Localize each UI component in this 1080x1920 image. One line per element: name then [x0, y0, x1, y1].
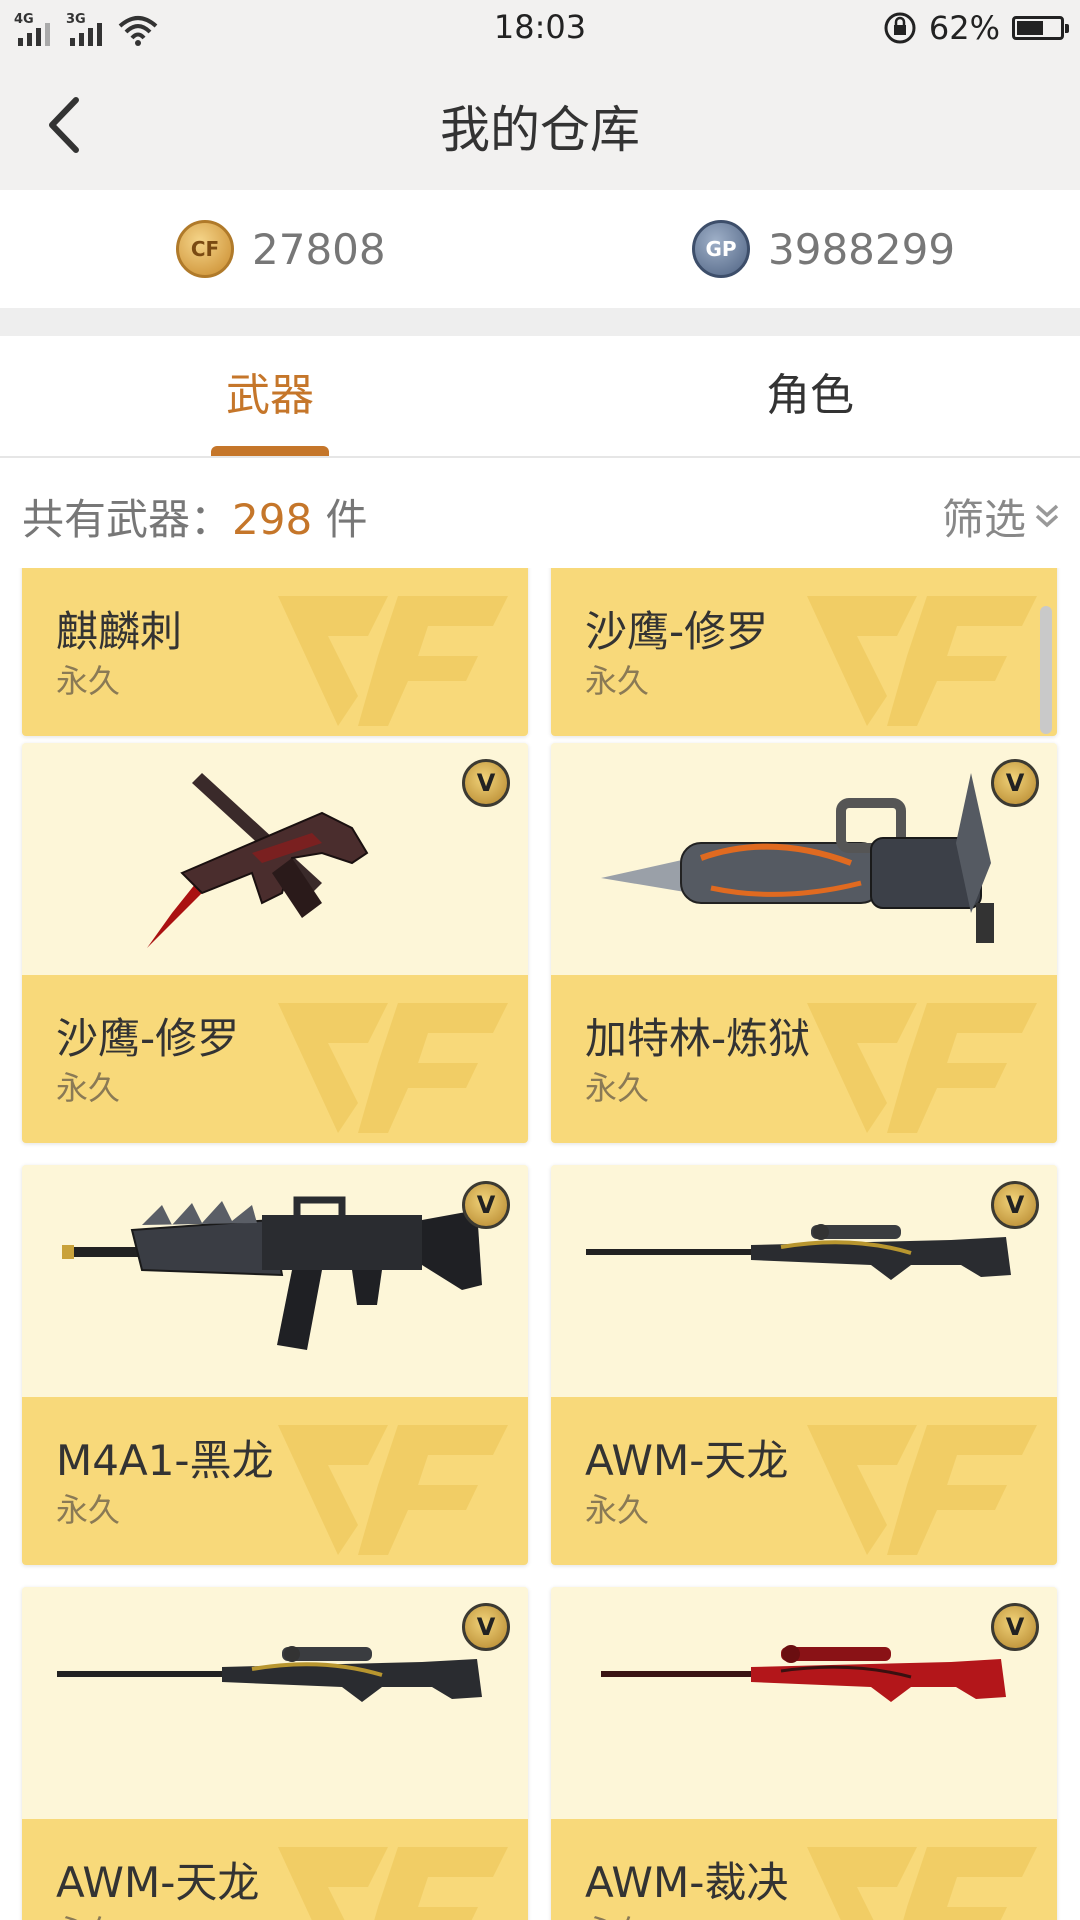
weapon-card[interactable]: V 沙鹰-修罗 永久 [22, 743, 528, 1143]
cf-watermark-icon [807, 1003, 1037, 1133]
weapon-duration: 永久 [56, 1907, 120, 1920]
weapon-card[interactable]: 麒麟刺 永久 [22, 568, 528, 736]
count-value: 298 [232, 495, 313, 544]
weapon-card[interactable]: V AWM-天龙 永久 [22, 1587, 528, 1920]
cf-watermark-icon [278, 1847, 508, 1920]
weapon-image: V [551, 1165, 1057, 1397]
weapon-duration: 永久 [585, 1907, 649, 1920]
weapon-duration: 永久 [585, 1069, 650, 1107]
rotation-lock-icon [884, 12, 916, 44]
weapon-duration: 永久 [56, 662, 121, 700]
weapon-duration: 永久 [56, 1069, 121, 1107]
weapon-card[interactable]: V 加特林-炼狱 永久 [551, 743, 1057, 1143]
count-label: 共有武器： [22, 495, 233, 544]
weapon-name: 加特林-炼狱 [585, 1014, 811, 1063]
gp-amount: 3988299 [768, 224, 956, 274]
cf-watermark-icon [278, 596, 508, 726]
status-right-group: 62% [883, 8, 1069, 48]
rifle-icon [62, 1196, 482, 1350]
weapon-duration: 永久 [585, 1491, 650, 1529]
weapon-name: 沙鹰-修罗 [56, 1014, 240, 1063]
double-chevron-down-icon [1035, 504, 1059, 527]
vip-badge-icon: V [462, 1181, 510, 1229]
tab-weapons[interactable]: 武器 [0, 336, 540, 456]
currency-bar: CF 27808 GP 3988299 [0, 190, 1080, 308]
weapon-count: 共有武器：298 件 [22, 486, 368, 547]
weapon-image: V [551, 743, 1057, 975]
vip-badge-icon: V [991, 759, 1039, 807]
weapon-info: 麒麟刺 永久 [22, 568, 528, 736]
tab-characters[interactable]: 角色 [540, 336, 1080, 456]
weapon-name: 麒麟刺 [56, 607, 183, 656]
weapon-name: M4A1-黑龙 [56, 1436, 274, 1485]
weapon-info: 加特林-炼狱 永久 [551, 975, 1057, 1143]
cf-watermark-icon [807, 596, 1037, 726]
weapon-grid: 麒麟刺 永久 沙鹰-修罗 永久 V 沙鹰-修罗 永久 V 加特林-炼狱 永久 V… [0, 568, 1080, 1920]
pistol-blade-icon [147, 773, 369, 948]
weapon-info: 沙鹰-修罗 永久 [22, 975, 528, 1143]
weapon-info: M4A1-黑龙 永久 [22, 1397, 528, 1565]
tab-bar: 武器 角色 [0, 336, 1080, 458]
weapon-card[interactable]: V M4A1-黑龙 永久 [22, 1165, 528, 1565]
weapon-name: 沙鹰-修罗 [585, 607, 769, 656]
cf-watermark-icon [278, 1425, 508, 1555]
cf-watermark-icon [807, 1847, 1037, 1920]
filter-button[interactable]: 筛选 [942, 486, 1060, 547]
weapon-image: V [551, 1587, 1057, 1819]
tab-indicator [211, 446, 329, 456]
cf-coin-icon: CF [176, 220, 234, 278]
scrollbar-thumb[interactable] [1040, 606, 1052, 734]
count-unit: 件 [312, 495, 368, 544]
sniper-red-icon [601, 1645, 1006, 1702]
sniper-icon [57, 1646, 482, 1702]
cf-watermark-icon [807, 1425, 1037, 1555]
weapon-info: AWM-天龙 永久 [22, 1819, 528, 1920]
battery-icon [1012, 16, 1069, 40]
cf-balance: CF 27808 [176, 220, 386, 278]
weapon-card[interactable]: V AWM-天龙 永久 [551, 1165, 1057, 1565]
weapon-image: V [22, 1587, 528, 1819]
cf-amount: 27808 [252, 224, 386, 274]
vip-badge-icon: V [991, 1603, 1039, 1651]
nav-bar: 我的仓库 [0, 56, 1080, 190]
weapon-name: AWM-裁决 [585, 1858, 789, 1907]
page-title: 我的仓库 [440, 101, 640, 159]
weapon-info: AWM-裁决 永久 [551, 1819, 1057, 1920]
weapon-image: V [22, 743, 528, 975]
weapon-card[interactable]: V AWM-裁决 永久 [551, 1587, 1057, 1920]
status-bar: 4G 3G 18:03 62% [0, 0, 1080, 56]
cf-watermark-icon [278, 1003, 508, 1133]
vip-badge-icon: V [462, 759, 510, 807]
weapon-card[interactable]: 沙鹰-修罗 永久 [551, 568, 1057, 736]
battery-percent: 62% [928, 9, 1000, 47]
weapon-name: AWM-天龙 [56, 1858, 260, 1907]
vip-badge-icon: V [462, 1603, 510, 1651]
filter-label: 筛选 [941, 495, 1026, 544]
weapon-info: AWM-天龙 永久 [551, 1397, 1057, 1565]
gatling-icon [601, 773, 994, 943]
weapon-info: 沙鹰-修罗 永久 [551, 568, 1057, 736]
gp-coin-icon: GP [692, 220, 750, 278]
weapon-name: AWM-天龙 [585, 1436, 789, 1485]
weapon-duration: 永久 [585, 662, 650, 700]
divider-band [0, 308, 1080, 336]
weapon-image: V [22, 1165, 528, 1397]
count-row: 共有武器：298 件 筛选 [0, 458, 1080, 568]
vip-badge-icon: V [991, 1181, 1039, 1229]
weapon-duration: 永久 [56, 1491, 121, 1529]
sniper-icon [586, 1224, 1011, 1280]
gp-balance: GP 3988299 [692, 220, 955, 278]
